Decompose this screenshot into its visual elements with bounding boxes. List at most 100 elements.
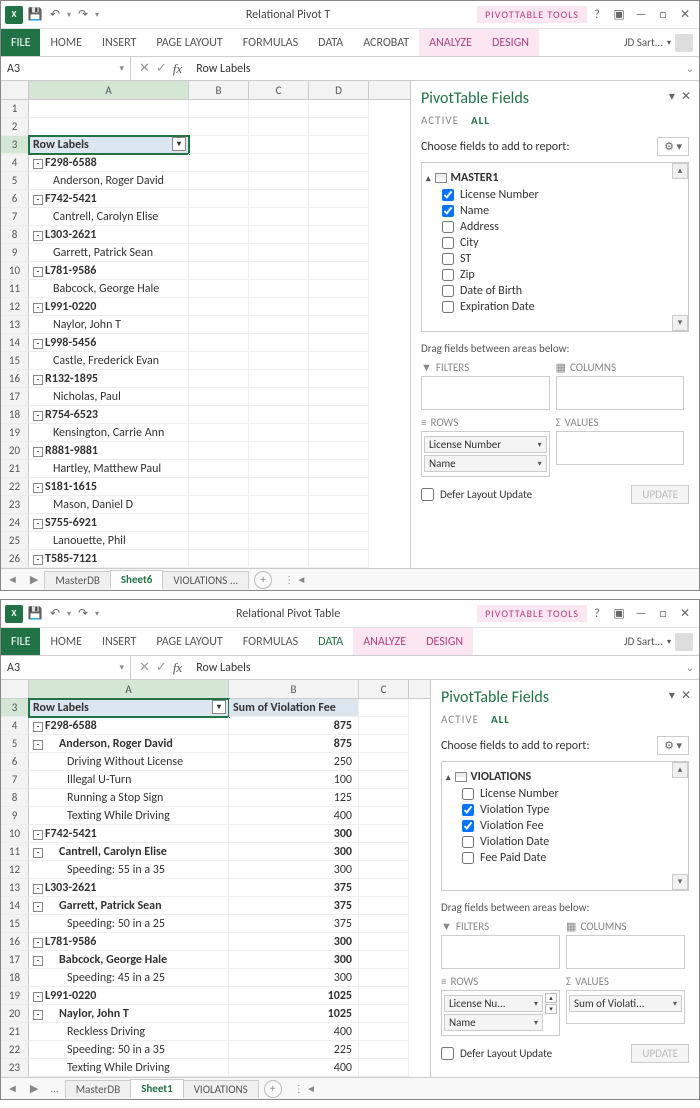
cell[interactable]: 400 xyxy=(229,1059,359,1077)
cell[interactable] xyxy=(309,442,369,460)
filter-dropdown-icon[interactable]: ▾ xyxy=(212,700,226,714)
tab-design[interactable]: DESIGN xyxy=(416,628,473,655)
expander-icon[interactable]: - xyxy=(33,830,43,840)
field-checkbox[interactable] xyxy=(442,253,454,265)
cell[interactable]: Garrett, Patrick Sean xyxy=(29,244,189,262)
cell[interactable]: Row Labels▾ xyxy=(29,136,189,154)
cell[interactable]: -F298-6588 xyxy=(29,154,189,172)
tab-formulas[interactable]: FORMULAS xyxy=(233,29,308,56)
cell[interactable] xyxy=(309,298,369,316)
cell[interactable]: Driving Without License xyxy=(29,753,229,771)
expander-icon[interactable]: - xyxy=(33,902,43,912)
cell[interactable] xyxy=(249,388,309,406)
row-header[interactable]: 5 xyxy=(1,735,29,753)
save-icon[interactable]: 💾 xyxy=(27,7,43,23)
row-header[interactable]: 21 xyxy=(1,1023,29,1041)
col-header-B[interactable]: B xyxy=(189,81,249,99)
scroll-down-icon[interactable]: ▾ xyxy=(672,315,688,331)
cell[interactable]: 875 xyxy=(229,735,359,753)
cell[interactable] xyxy=(359,717,409,735)
fx-icon[interactable]: fx xyxy=(173,660,182,676)
cell[interactable] xyxy=(309,388,369,406)
cell[interactable]: -L781-9586 xyxy=(29,262,189,280)
cell[interactable] xyxy=(189,226,249,244)
cell[interactable] xyxy=(359,897,409,915)
row-header[interactable]: 2 xyxy=(1,118,29,136)
cell[interactable]: Naylor, John T xyxy=(29,316,189,334)
field-checkbox[interactable] xyxy=(442,237,454,249)
maximize-icon[interactable]: □ xyxy=(653,607,673,621)
row-header[interactable]: 15 xyxy=(1,915,29,933)
close-icon[interactable]: ✕ xyxy=(675,7,695,22)
cell[interactable]: -L781-9586 xyxy=(29,933,229,951)
cell[interactable] xyxy=(359,987,409,1005)
cell[interactable] xyxy=(29,118,189,136)
cell[interactable]: 300 xyxy=(229,951,359,969)
minimize-icon[interactable]: — xyxy=(631,8,651,22)
expand-formula-icon[interactable]: ⌄ xyxy=(681,62,699,75)
field-item[interactable]: Name xyxy=(426,203,684,219)
gear-icon[interactable]: ⚙ ▾ xyxy=(657,736,689,755)
field-checkbox[interactable] xyxy=(462,852,474,864)
row-header[interactable]: 23 xyxy=(1,496,29,514)
row-header[interactable]: 14 xyxy=(1,334,29,352)
user-label[interactable]: JD Sart...▾ xyxy=(624,34,699,52)
cell[interactable] xyxy=(249,550,309,568)
cell[interactable] xyxy=(309,136,369,154)
cell[interactable]: Babcock, George Hale xyxy=(29,280,189,298)
field-checkbox[interactable] xyxy=(462,820,474,832)
cell[interactable] xyxy=(359,933,409,951)
cell[interactable] xyxy=(189,550,249,568)
row-header[interactable]: 16 xyxy=(1,933,29,951)
field-checkbox[interactable] xyxy=(442,221,454,233)
field-checkbox[interactable] xyxy=(442,205,454,217)
row-header[interactable]: 12 xyxy=(1,298,29,316)
cell[interactable]: 300 xyxy=(229,933,359,951)
gear-icon[interactable]: ⚙ ▾ xyxy=(657,137,689,156)
col-header-B[interactable]: B xyxy=(229,680,359,698)
cell[interactable]: 375 xyxy=(229,879,359,897)
field-item[interactable]: Violation Fee xyxy=(446,818,684,834)
field-item[interactable]: License Number xyxy=(446,786,684,802)
field-checkbox[interactable] xyxy=(442,301,454,313)
tab-file[interactable]: FILE xyxy=(1,29,40,56)
tab-data[interactable]: DATA xyxy=(308,628,353,655)
tab-insert[interactable]: INSERT xyxy=(92,29,146,56)
cell[interactable] xyxy=(309,100,369,118)
cell[interactable] xyxy=(359,825,409,843)
cell[interactable]: -Anderson, Roger David xyxy=(29,735,229,753)
expander-icon[interactable]: - xyxy=(33,722,43,732)
tab-analyze[interactable]: ANALYZE xyxy=(419,29,482,56)
cell[interactable]: Lanouette, Phil xyxy=(29,532,189,550)
columns-drop[interactable] xyxy=(556,376,685,410)
row-header[interactable]: 8 xyxy=(1,226,29,244)
cell[interactable] xyxy=(249,460,309,478)
cell[interactable] xyxy=(189,280,249,298)
cell[interactable]: Cantrell, Carolyn Elise xyxy=(29,208,189,226)
cell[interactable]: Illegal U-Turn xyxy=(29,771,229,789)
cell[interactable]: 375 xyxy=(229,897,359,915)
cell[interactable] xyxy=(359,861,409,879)
scroll-up-icon[interactable]: ▴ xyxy=(672,762,688,778)
sheet-tab-sheet1[interactable]: Sheet1 xyxy=(130,1079,184,1099)
row-header[interactable]: 6 xyxy=(1,190,29,208)
row-header[interactable]: 6 xyxy=(1,753,29,771)
row-header[interactable]: 19 xyxy=(1,424,29,442)
field-checkbox[interactable] xyxy=(442,269,454,281)
cell[interactable]: -L991-0220 xyxy=(29,987,229,1005)
field-checkbox[interactable] xyxy=(442,285,454,297)
cell[interactable] xyxy=(359,1005,409,1023)
row-header[interactable]: 9 xyxy=(1,807,29,825)
row-header[interactable]: 23 xyxy=(1,1059,29,1077)
cell[interactable]: 300 xyxy=(229,843,359,861)
cell[interactable] xyxy=(189,136,249,154)
columns-drop[interactable] xyxy=(566,935,685,969)
cell[interactable] xyxy=(249,226,309,244)
field-item[interactable]: Date of Birth xyxy=(426,283,684,299)
cell[interactable] xyxy=(249,298,309,316)
cell[interactable]: Castle, Frederick Evan xyxy=(29,352,189,370)
cell[interactable] xyxy=(309,244,369,262)
col-header-A[interactable]: A xyxy=(29,81,189,99)
cell[interactable] xyxy=(359,969,409,987)
cell[interactable]: 875 xyxy=(229,717,359,735)
